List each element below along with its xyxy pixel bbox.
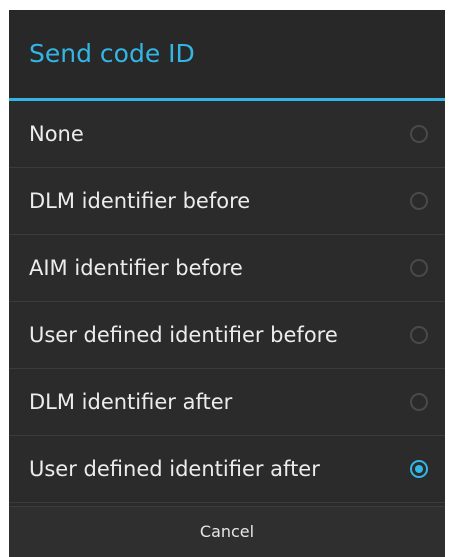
- option-label: None: [29, 122, 84, 146]
- dialog-footer: Cancel: [9, 506, 445, 557]
- cancel-button[interactable]: Cancel: [9, 507, 445, 557]
- option-label: AIM identifier before: [29, 256, 243, 280]
- options-list: None DLM identifier before AIM identifie…: [9, 101, 445, 503]
- dialog-header: Send code ID: [9, 10, 445, 98]
- radio-button-icon[interactable]: [410, 326, 428, 344]
- option-user-defined-identifier-after[interactable]: User defined identifier after: [9, 436, 445, 503]
- radio-button-icon[interactable]: [410, 259, 428, 277]
- dialog-title: Send code ID: [29, 39, 195, 68]
- radio-button-icon[interactable]: [410, 192, 428, 210]
- option-label: User defined identifier before: [29, 323, 338, 347]
- option-label: DLM identifier after: [29, 390, 233, 414]
- radio-button-selected-icon[interactable]: [410, 460, 428, 478]
- radio-button-icon[interactable]: [410, 393, 428, 411]
- send-code-id-dialog: Send code ID None DLM identifier before …: [9, 10, 445, 557]
- option-label: DLM identifier before: [29, 189, 251, 213]
- option-dlm-identifier-before[interactable]: DLM identifier before: [9, 168, 445, 235]
- option-label: User defined identifier after: [29, 457, 320, 481]
- option-aim-identifier-before[interactable]: AIM identifier before: [9, 235, 445, 302]
- option-user-defined-identifier-before[interactable]: User defined identifier before: [9, 302, 445, 369]
- option-dlm-identifier-after[interactable]: DLM identifier after: [9, 369, 445, 436]
- radio-button-icon[interactable]: [410, 125, 428, 143]
- option-none[interactable]: None: [9, 101, 445, 168]
